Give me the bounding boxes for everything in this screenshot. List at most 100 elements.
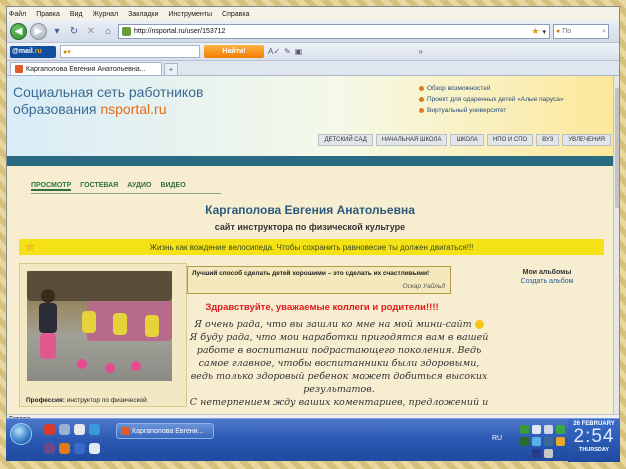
menu-bar: Файл Правка Вид Журнал Закладки Инструме… — [7, 7, 619, 21]
section-tab-primary[interactable]: НАЧАЛЬНАЯ ШКОЛА — [375, 134, 448, 146]
tray-network-icon[interactable] — [520, 425, 529, 434]
profession-value: инструктор по физической — [64, 397, 147, 404]
site-name-line1: Социальная сеть работников — [13, 84, 204, 100]
section-tab-university[interactable]: ВУЗ — [536, 134, 560, 146]
tab-bar: Каргаполова Евгения Анатольевна... + — [7, 61, 619, 76]
search-engine-icon: ●▾ — [63, 48, 71, 56]
tray-app-icon[interactable] — [532, 425, 541, 434]
tray-app5-icon[interactable] — [556, 437, 565, 446]
search-icon[interactable]: ⌕ — [602, 28, 606, 36]
system-tray — [518, 421, 568, 459]
smiley-icon — [474, 320, 484, 329]
forward-arrow-icon[interactable]: ▶ — [30, 23, 47, 40]
windows-taskbar: Каргаполова Евгени... RU 26 FEBRUARY 2:5… — [6, 418, 620, 462]
site-name[interactable]: Социальная сеть работников образования n… — [13, 84, 203, 118]
page-icon[interactable]: ▣ — [295, 47, 303, 56]
header-link-university[interactable]: Виртуальный университет — [427, 105, 506, 116]
section-tab-school[interactable]: ШКОЛА — [450, 134, 484, 146]
back-arrow-icon[interactable]: ◀ — [10, 23, 27, 40]
search-placeholder: По — [562, 28, 572, 35]
subnav-audio[interactable]: АУДИО — [127, 182, 151, 191]
aphorism-box: Лучший способ сделать детей хорошими – э… — [187, 266, 451, 294]
quicklaunch-firefox-icon[interactable] — [59, 443, 70, 454]
aphorism-text: Лучший способ сделать детей хорошими – э… — [192, 270, 430, 277]
address-bar[interactable]: http://nsportal.ru/user/153712 ★ ▾ — [118, 24, 550, 39]
profession-line: Профессия: инструктор по физической — [26, 397, 147, 404]
quicklaunch-ie-icon[interactable] — [89, 424, 100, 435]
profile-subnav: ПРОСМОТР ГОСТЕВАЯ АУДИО ВИДЕО — [31, 182, 186, 191]
bullet-icon — [419, 97, 424, 102]
clock-weekday: THURSDAY — [578, 447, 610, 453]
header-links: Обзор возможностей Проект для одаренных … — [419, 83, 563, 116]
section-tab-kindergarten[interactable]: ДЕТСКИЙ САД — [318, 134, 373, 146]
mailru-logo[interactable]: @mail .ru — [10, 45, 56, 58]
search-engine-icon[interactable]: ● — [556, 28, 560, 35]
tab-favicon-icon — [15, 65, 23, 73]
more-chevron[interactable]: » — [418, 47, 422, 56]
menu-help[interactable]: Справка — [222, 11, 249, 18]
site-name-line2: образования — [13, 101, 101, 117]
menu-bookmarks[interactable]: Закладки — [128, 11, 158, 18]
vertical-scrollbar[interactable] — [613, 76, 619, 414]
subnav-view[interactable]: ПРОСМОТР — [31, 182, 72, 191]
welcome-paragraph: Я буду рада, что мои наработки пригодятс… — [189, 332, 489, 395]
tab-profile[interactable]: Каргаполова Евгения Анатольевна... — [10, 62, 162, 75]
header-link-project[interactable]: Проект для одаренных детей «Алые паруса» — [427, 94, 563, 105]
menu-history[interactable]: Журнал — [93, 11, 119, 18]
section-tab-npo[interactable]: НПО И СПО — [486, 134, 534, 146]
history-dropdown-icon[interactable]: ▾ — [50, 25, 64, 39]
tray-app4-icon[interactable] — [544, 437, 553, 446]
bookmark-star-icon[interactable]: ★ — [531, 26, 539, 37]
subnav-video[interactable]: ВИДЕО — [160, 182, 185, 191]
search-field[interactable]: ● По ⌕ — [553, 24, 609, 39]
url-dropdown-icon[interactable]: ▾ — [542, 28, 546, 36]
language-indicator[interactable]: RU — [492, 435, 502, 442]
motto-text: Жизнь как вождение велосипеда. Чтобы сох… — [149, 242, 474, 252]
mailru-logo-main: @mail — [12, 48, 33, 55]
tray-security-icon[interactable] — [556, 425, 565, 434]
albums-panel: Мои альбомы Создать альбом — [502, 269, 592, 285]
pen-icon[interactable]: ✎ — [284, 47, 291, 56]
profile-photo[interactable] — [27, 271, 172, 381]
header-link-overview[interactable]: Обзор возможностей — [427, 83, 490, 94]
subnav-divider — [31, 193, 221, 194]
menu-file[interactable]: Файл — [9, 11, 26, 18]
stop-icon[interactable]: ✕ — [84, 25, 98, 39]
star-icon: ★ — [23, 239, 38, 256]
menu-tools[interactable]: Инструменты — [168, 11, 212, 18]
task-favicon-icon — [121, 427, 129, 435]
quicklaunch-window-icon[interactable] — [59, 424, 70, 435]
quicklaunch-app2-icon[interactable] — [44, 443, 55, 454]
reload-icon[interactable]: ↻ — [67, 25, 81, 39]
profile-name: Каргаполова Евгения Анатольевна — [205, 203, 415, 217]
taskbar-task-firefox[interactable]: Каргаполова Евгени... — [116, 423, 214, 439]
menu-view[interactable]: Вид — [70, 11, 83, 18]
task-title: Каргаполова Евгени... — [132, 427, 204, 435]
subnav-guestbook[interactable]: ГОСТЕВАЯ — [80, 182, 118, 191]
tray-app6-icon[interactable] — [532, 449, 541, 458]
quicklaunch-media-icon[interactable] — [74, 443, 85, 454]
profile-photo-box: Профессия: инструктор по физической — [19, 263, 187, 407]
quicklaunch-app-icon[interactable] — [74, 424, 85, 435]
start-button[interactable] — [10, 423, 32, 445]
section-tab-hobbies[interactable]: УВЛЕЧЕНИЯ — [562, 134, 611, 146]
scrollbar-thumb[interactable] — [615, 88, 619, 208]
bullet-icon — [419, 108, 424, 113]
quicklaunch-opera-icon[interactable] — [44, 424, 55, 435]
spellcheck-icon[interactable]: A✓ — [268, 47, 280, 56]
create-album-link[interactable]: Создать альбом — [502, 278, 592, 285]
tray-app2-icon[interactable] — [520, 437, 529, 446]
home-icon[interactable]: ⌂ — [101, 25, 115, 39]
quicklaunch-app3-icon[interactable] — [89, 443, 100, 454]
tray-app3-icon[interactable] — [532, 437, 541, 446]
system-clock[interactable]: 26 FEBRUARY 2:54 THURSDAY — [568, 419, 620, 462]
bullet-icon — [419, 86, 424, 91]
tray-speaker-icon[interactable] — [544, 425, 553, 434]
new-tab-button[interactable]: + — [164, 63, 178, 75]
tray-app7-icon[interactable] — [544, 449, 553, 458]
mailru-search-input[interactable]: ●▾ — [60, 45, 200, 58]
navigation-toolbar: ◀ ▶ ▾ ↻ ✕ ⌂ http://nsportal.ru/user/1537… — [7, 21, 619, 43]
browser-window: Файл Правка Вид Журнал Закладки Инструме… — [6, 6, 620, 461]
mailru-find-button[interactable]: Найти! — [204, 45, 264, 58]
menu-edit[interactable]: Правка — [36, 11, 60, 18]
